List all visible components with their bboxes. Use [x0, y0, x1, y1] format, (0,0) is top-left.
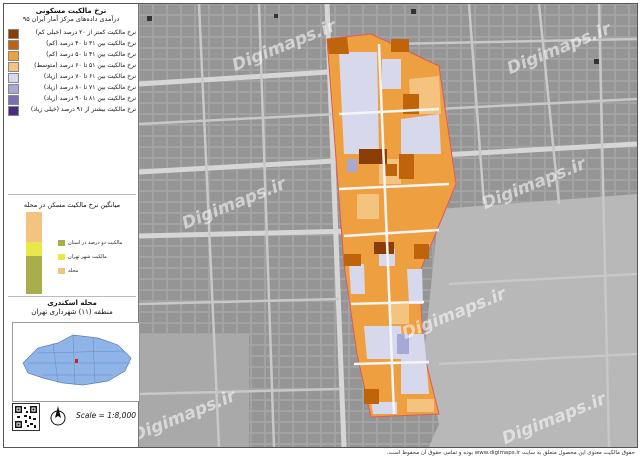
legend-subtitle: درآمدی داده‌های مرکز آمار ایران ۹۵	[22, 15, 120, 23]
scale-label: Scale = 1:8,000	[76, 411, 136, 420]
bar-segment-city	[26, 242, 42, 256]
chart-legend-swatch	[58, 268, 65, 274]
legend-swatch	[8, 84, 19, 94]
legend-item: نرخ مالکیت بیشتر از ۹۱ درصد (خیلی زیاد)	[8, 105, 136, 116]
legend-item: نرخ مالکیت بین ۷۱ تا ۸۰ درصد (زیاد)	[8, 83, 136, 94]
legend-item: نرخ مالکیت بین ۸۱ تا ۹۰ درصد (زیاد)	[8, 94, 136, 105]
legend-swatch	[8, 73, 19, 83]
legend-swatch	[8, 51, 19, 61]
legend-label: نرخ مالکیت بین ۷۱ تا ۸۰ درصد (زیاد)	[43, 84, 136, 91]
legend-swatch	[8, 29, 19, 39]
legend-swatch	[8, 106, 19, 116]
qr-code	[12, 403, 40, 431]
legend-title: نرخ مالکیت مسکونی	[35, 7, 107, 15]
chart-legend-swatch	[58, 240, 65, 246]
neighborhood-name: محله اسکندری	[47, 299, 97, 307]
bar-segment-province	[26, 256, 42, 294]
map-canvas[interactable]: Digimaps.ir Digimaps.ir Digimaps.ir Digi…	[139, 4, 637, 447]
legend-label: نرخ مالکیت بین ۸۱ تا ۹۰ درصد (زیاد)	[43, 95, 136, 102]
legend-item: نرخ مالکیت بین ۶۱ تا ۷۰ درصد (زیاد)	[8, 72, 136, 83]
legend-label: نرخ مالکیت بین ۴۱ تا ۵۰ درصد (کم)	[46, 51, 136, 58]
chart-legend-label: محله	[68, 268, 79, 274]
chart-title: میانگین نرخ مالکیت مسکن در محله	[23, 201, 121, 209]
bar-segment-neighborhood	[26, 212, 42, 242]
legend-label: نرخ مالکیت بین ۶۱ تا ۷۰ درصد (زیاد)	[43, 73, 136, 80]
legend-label: نرخ مالکیت بین ۳۱ تا ۴۰ درصد (کم)	[46, 40, 136, 47]
legend-swatch	[8, 62, 19, 72]
legend-list: نرخ مالکیت کمتر از ۲۰ درصد (خیلی کم) نرخ …	[8, 28, 136, 116]
tehran-inset-map[interactable]	[12, 322, 140, 402]
ownership-bar-chart	[26, 212, 42, 294]
legend-item: نرخ مالکیت کمتر از ۲۰ درصد (خیلی کم)	[8, 28, 136, 39]
chart-legend-label: مالکیت شهر تهران	[68, 254, 107, 260]
legend-label: نرخ مالکیت کمتر از ۲۰ درصد (خیلی کم)	[35, 29, 136, 36]
region-name: منطقه (۱۱) شهرداری تهران	[31, 308, 113, 316]
legend-item: نرخ مالکیت بین ۵۱ تا ۶۰ درصد (متوسط)	[8, 61, 136, 72]
legend-item: نرخ مالکیت بین ۴۱ تا ۵۰ درصد (کم)	[8, 50, 136, 61]
legend-label: نرخ مالکیت بیشتر از ۹۱ درصد (خیلی زیاد)	[30, 106, 136, 113]
legend-swatch	[8, 95, 19, 105]
basemap	[139, 4, 637, 447]
legend-item: نرخ مالکیت بین ۳۱ تا ۴۰ درصد (کم)	[8, 39, 136, 50]
copyright-footer: حقوق مالکیت معنوی این محصول متعلق به سای…	[386, 450, 635, 456]
divider	[8, 296, 136, 297]
chart-legend-swatch	[58, 254, 65, 260]
legend-panel: نرخ مالکیت مسکونی درآمدی داده‌های مرکز آ…	[4, 4, 140, 447]
legend-swatch	[8, 40, 19, 50]
chart-legend-label: مالکیت دو درصد در استان	[68, 240, 123, 246]
north-arrow-icon	[49, 404, 67, 428]
legend-label: نرخ مالکیت بین ۵۱ تا ۶۰ درصد (متوسط)	[34, 62, 136, 69]
divider	[8, 194, 136, 195]
